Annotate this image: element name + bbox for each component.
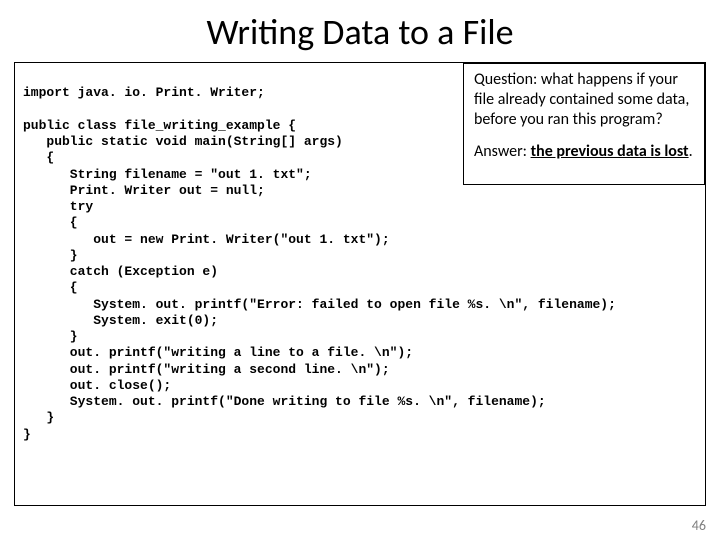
answer-label: Answer: [474,142,531,161]
answer-text: the previous data is lost [531,142,689,161]
qa-box: Question: what happens if your file alre… [463,63,705,185]
answer-period: . [689,142,693,161]
slide-number: 46 [692,517,706,534]
slide: Writing Data to a File import java. io. … [0,0,720,540]
slide-title: Writing Data to a File [14,10,706,54]
question-text: Question: what happens if your file alre… [474,70,696,130]
code-box: import java. io. Print. Writer; public c… [14,62,706,506]
answer-paragraph: Answer: the previous data is lost. [474,142,696,162]
